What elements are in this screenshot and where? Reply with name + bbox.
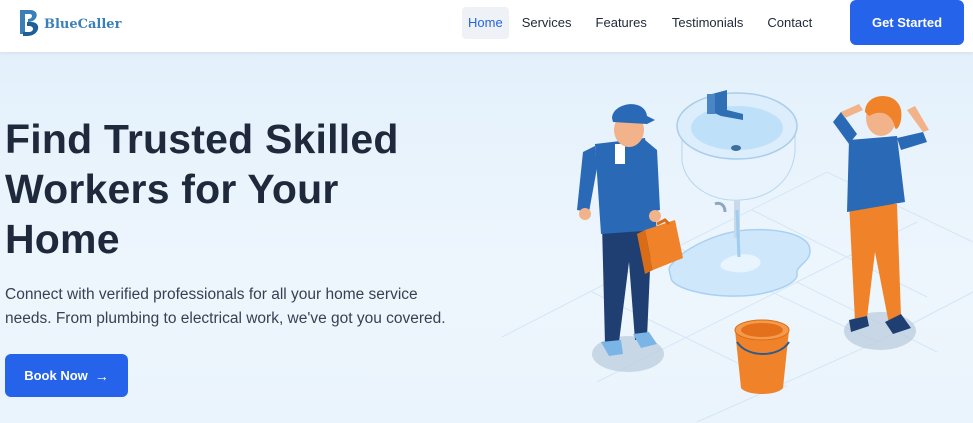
b-monogram-icon — [20, 10, 39, 36]
hero-title: Find Trusted Skilled Workers for Your Ho… — [5, 114, 475, 264]
hero-subtitle-line-2: needs. From plumbing to electrical work,… — [5, 310, 446, 327]
hero-title-line-1: Find Trusted Skilled — [5, 116, 399, 162]
hero-subtitle-line-1: Connect with verified professionals for … — [5, 286, 418, 303]
get-started-button[interactable]: Get Started — [850, 0, 964, 45]
hero-title-line-3: Home — [5, 216, 120, 262]
book-now-button[interactable]: Book Now → — [5, 354, 128, 397]
nav-testimonials[interactable]: Testimonials — [666, 7, 750, 39]
woman-figure — [833, 95, 929, 334]
hero-title-line-2: Workers for Your — [5, 166, 339, 212]
brand-name: BlueCaller — [44, 16, 122, 32]
book-now-label: Book Now — [24, 368, 88, 383]
plumber-leaking-sink-illustration — [501, 90, 973, 423]
arrow-right-icon: → — [94, 367, 109, 384]
navbar: BlueCaller Home Services Features Testim… — [0, 0, 973, 52]
nav-features[interactable]: Features — [590, 7, 653, 39]
plumber-figure — [577, 104, 683, 356]
main-nav: Home Services Features Testimonials Cont… — [462, 7, 818, 39]
nav-contact[interactable]: Contact — [761, 7, 818, 39]
nav-services[interactable]: Services — [516, 7, 578, 39]
hero-section: Find Trusted Skilled Workers for Your Ho… — [0, 52, 973, 423]
brand-logo[interactable]: BlueCaller — [17, 8, 121, 38]
nav-home[interactable]: Home — [462, 7, 509, 39]
hero-subtitle: Connect with verified professionals for … — [5, 283, 475, 331]
bucket — [734, 319, 790, 394]
